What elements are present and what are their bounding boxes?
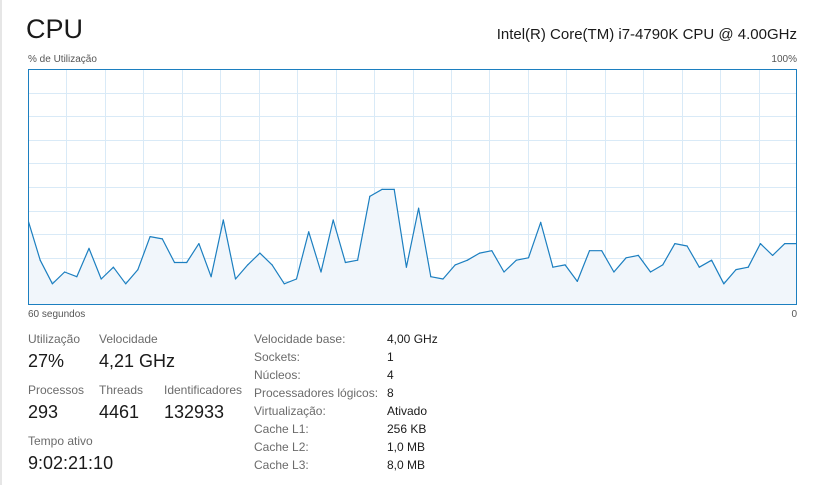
speed-label: Velocidade: [99, 332, 158, 346]
cpu-utilization-graph: [28, 69, 797, 305]
utilization-point: [271, 264, 273, 266]
utilization-point: [332, 219, 334, 221]
utilization-point: [515, 259, 517, 261]
utilization-point: [466, 259, 468, 261]
graph-x-left-label: 60 segundos: [28, 309, 86, 320]
utilization-point: [344, 261, 346, 264]
utilization-point: [51, 283, 53, 285]
utilization-point: [540, 221, 542, 223]
utilization-point: [454, 264, 456, 266]
utilization-point: [39, 259, 41, 261]
utilization-point: [735, 269, 737, 271]
spec-logical-processors-value: 8: [387, 386, 394, 400]
utilization-point: [564, 264, 566, 266]
spec-virtualization-value: Ativado: [387, 404, 428, 418]
utilization-point: [295, 278, 298, 280]
spec-sockets-key: Sockets:: [254, 350, 301, 364]
utilization-point: [393, 188, 395, 190]
processes-value: 293: [28, 402, 59, 422]
utilization-point: [649, 271, 652, 273]
spec-virtualization-key: Virtualização:: [254, 404, 326, 418]
utilization-point: [527, 257, 530, 259]
utilization-label: Utilização: [28, 332, 81, 346]
utilization-point: [234, 278, 237, 280]
utilization-point: [369, 195, 371, 197]
utilization-point: [430, 276, 432, 278]
utilization-point: [88, 247, 90, 249]
spec-base-speed-value: 4,00 GHz: [387, 332, 438, 346]
utilization-value: 27%: [28, 351, 65, 371]
cpu-model-name: Intel(R) Core(TM) i7-4790K CPU @ 4.00GHz: [496, 26, 797, 43]
window-left-edge: [0, 0, 2, 485]
spec-cache-l3-key: Cache L3:: [254, 458, 309, 472]
utilization-point: [247, 264, 249, 266]
utilization-point: [76, 276, 78, 278]
utilization-point: [503, 271, 505, 273]
utilization-point: [320, 271, 322, 273]
utilization-point: [625, 257, 627, 259]
handles-label: Identificadores: [164, 383, 243, 397]
utilization-point: [357, 259, 359, 261]
spec-cache-l3-value: 8,0 MB: [387, 458, 426, 472]
utilization-point: [601, 250, 603, 252]
utilization-point: [418, 207, 420, 209]
uptime-label: Tempo ativo: [28, 434, 93, 448]
spec-sockets-value: 1: [387, 350, 394, 364]
threads-value: 4461: [99, 402, 140, 422]
utilization-point: [137, 269, 139, 271]
graph-y-max-label: 100%: [771, 54, 797, 65]
utilization-point: [686, 245, 688, 247]
utilization-point: [198, 243, 200, 245]
spec-base-speed-key: Velocidade base:: [254, 332, 346, 346]
graph-x-right-label: 0: [791, 309, 797, 320]
utilization-point: [747, 266, 749, 268]
utilization-point: [283, 283, 285, 285]
spec-cache-l2-value: 1,0 MB: [387, 440, 426, 454]
utilization-point: [479, 252, 481, 254]
utilization-point: [711, 259, 713, 261]
utilization-point: [637, 254, 639, 256]
utilization-point: [100, 278, 102, 280]
utilization-point: [112, 266, 114, 268]
utilization-point: [613, 271, 615, 273]
threads-label: Threads: [99, 383, 144, 397]
graph-y-axis-label: % de Utilização: [28, 54, 97, 65]
utilization-point: [161, 238, 163, 240]
utilization-point: [210, 276, 212, 278]
handles-value: 132933: [164, 402, 225, 422]
utilization-point: [405, 266, 407, 268]
utilization-point: [784, 243, 786, 245]
speed-value: 4,21 GHz: [99, 351, 176, 371]
utilization-point: [772, 254, 774, 256]
utilization-point: [125, 283, 127, 285]
spec-cores-value: 4: [387, 368, 394, 382]
utilization-point: [723, 283, 725, 285]
utilization-point: [381, 188, 383, 190]
utilization-point: [186, 261, 188, 264]
utilization-point: [588, 250, 591, 252]
utilization-point: [674, 243, 676, 245]
processes-label: Processos: [28, 383, 85, 397]
utilization-point: [576, 280, 578, 282]
page-title: CPU: [26, 14, 84, 44]
utilization-point: [552, 266, 554, 268]
uptime-value: 9:02:21:10: [28, 453, 114, 473]
utilization-point: [64, 271, 66, 273]
utilization-point: [222, 219, 224, 221]
utilization-point: [173, 261, 176, 264]
utilization-point: [259, 252, 261, 254]
utilization-point: [662, 264, 664, 266]
utilization-point: [442, 278, 444, 280]
spec-cache-l1-value: 256 KB: [387, 422, 427, 436]
utilization-point: [491, 250, 493, 252]
utilization-point: [308, 231, 310, 233]
spec-logical-processors-key: Processadores lógicos:: [254, 386, 379, 400]
spec-cache-l2-key: Cache L2:: [254, 440, 309, 454]
spec-cache-l1-key: Cache L1:: [254, 422, 309, 436]
utilization-point: [759, 243, 762, 245]
utilization-point: [698, 266, 700, 268]
spec-cores-key: Núcleos:: [254, 368, 301, 382]
utilization-point: [149, 236, 151, 238]
